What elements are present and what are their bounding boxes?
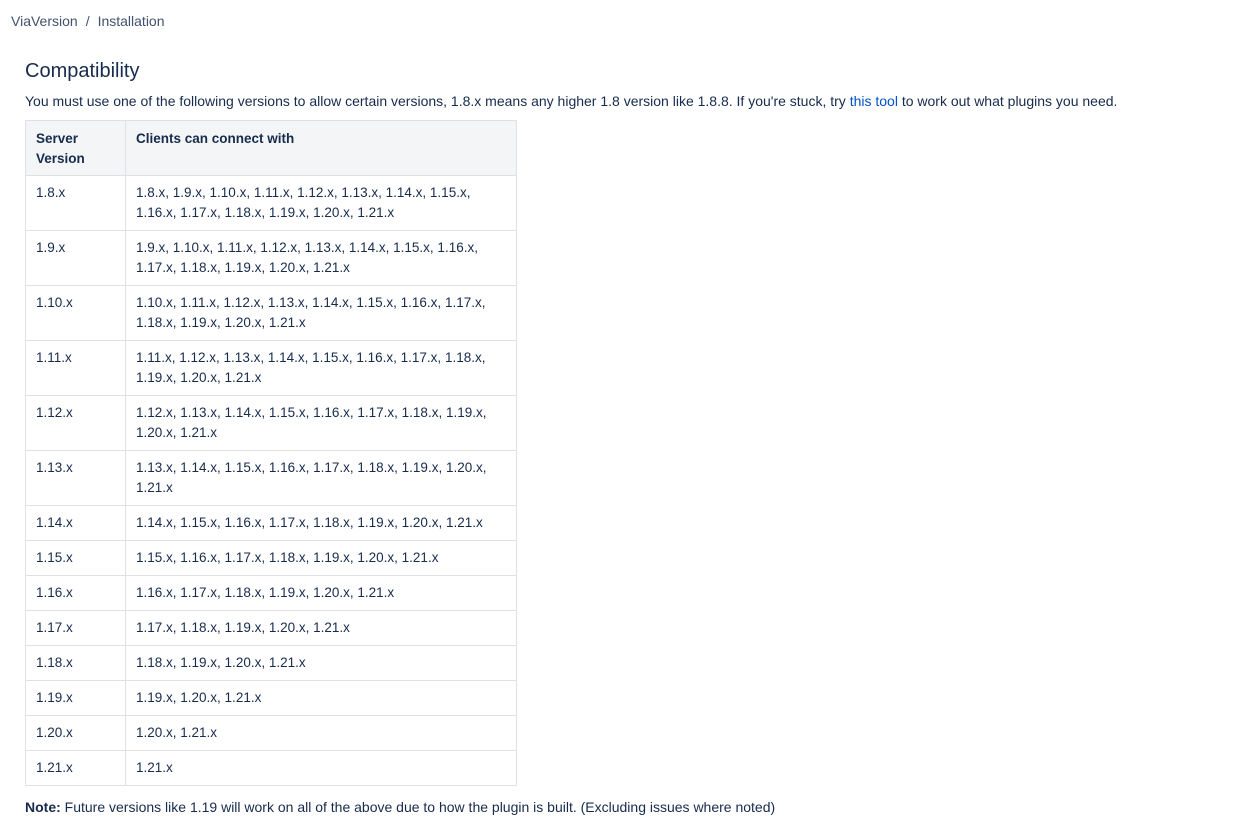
page-content: Compatibility You must use one of the fo… [25,58,1225,816]
table-row: 1.8.x 1.8.x, 1.9.x, 1.10.x, 1.11.x, 1.12.… [25,175,517,231]
table-row: 1.16.x 1.16.x, 1.17.x, 1.18.x, 1.19.x, 1.… [25,575,517,611]
table-row: 1.9.x 1.9.x, 1.10.x, 1.11.x, 1.12.x, 1.13… [25,230,517,286]
table-body: 1.8.x 1.8.x, 1.9.x, 1.10.x, 1.11.x, 1.12.… [25,175,517,786]
client-versions-cell: 1.17.x, 1.18.x, 1.19.x, 1.20.x, 1.21.x [125,610,517,646]
note-label: Note: [25,799,61,815]
client-versions-cell: 1.9.x, 1.10.x, 1.11.x, 1.12.x, 1.13.x, 1… [125,230,517,286]
intro-text-before: You must use one of the following versio… [25,93,850,109]
table-row: 1.11.x 1.11.x, 1.12.x, 1.13.x, 1.14.x, 1.… [25,340,517,396]
server-version-cell: 1.20.x [25,715,126,751]
compatibility-table: Server Version Clients can connect with … [25,120,517,786]
server-version-cell: 1.16.x [25,575,126,611]
table-row: 1.19.x 1.19.x, 1.20.x, 1.21.x [25,680,517,716]
server-version-cell: 1.15.x [25,540,126,576]
header-clients: Clients can connect with [125,120,517,176]
table-row: 1.15.x 1.15.x, 1.16.x, 1.17.x, 1.18.x, 1.… [25,540,517,576]
table-row: 1.10.x 1.10.x, 1.11.x, 1.12.x, 1.13.x, 1.… [25,285,517,341]
client-versions-cell: 1.10.x, 1.11.x, 1.12.x, 1.13.x, 1.14.x, … [125,285,517,341]
server-version-cell: 1.19.x [25,680,126,716]
client-versions-cell: 1.11.x, 1.12.x, 1.13.x, 1.14.x, 1.15.x, … [125,340,517,396]
server-version-cell: 1.17.x [25,610,126,646]
client-versions-cell: 1.12.x, 1.13.x, 1.14.x, 1.15.x, 1.16.x, … [125,395,517,451]
client-versions-cell: 1.21.x [125,750,517,786]
breadcrumb-item-viaversion[interactable]: ViaVersion [11,13,78,29]
this-tool-link[interactable]: this tool [850,93,898,109]
table-row: 1.14.x 1.14.x, 1.15.x, 1.16.x, 1.17.x, 1.… [25,505,517,541]
page-heading: Compatibility [25,60,140,82]
server-version-cell: 1.18.x [25,645,126,681]
table-row: 1.17.x 1.17.x, 1.18.x, 1.19.x, 1.20.x, 1.… [25,610,517,646]
client-versions-cell: 1.16.x, 1.17.x, 1.18.x, 1.19.x, 1.20.x, … [125,575,517,611]
table-row: 1.18.x 1.18.x, 1.19.x, 1.20.x, 1.21.x [25,645,517,681]
server-version-cell: 1.21.x [25,750,126,786]
server-version-cell: 1.11.x [25,340,126,396]
client-versions-cell: 1.14.x, 1.15.x, 1.16.x, 1.17.x, 1.18.x, … [125,505,517,541]
table-row: 1.12.x 1.12.x, 1.13.x, 1.14.x, 1.15.x, 1.… [25,395,517,451]
server-version-cell: 1.14.x [25,505,126,541]
intro-paragraph: You must use one of the following versio… [25,92,1225,110]
server-version-cell: 1.8.x [25,175,126,231]
table-row: 1.20.x 1.20.x, 1.21.x [25,715,517,751]
note-text: Future versions like 1.19 will work on a… [60,799,776,815]
breadcrumb-item-installation[interactable]: Installation [98,13,165,29]
table-row: 1.21.x 1.21.x [25,750,517,786]
server-version-cell: 1.10.x [25,285,126,341]
client-versions-cell: 1.15.x, 1.16.x, 1.17.x, 1.18.x, 1.19.x, … [125,540,517,576]
server-version-cell: 1.13.x [25,450,126,506]
table-row: 1.13.x 1.13.x, 1.14.x, 1.15.x, 1.16.x, 1.… [25,450,517,506]
client-versions-cell: 1.20.x, 1.21.x [125,715,517,751]
table-header-row: Server Version Clients can connect with [25,120,517,176]
server-version-cell: 1.9.x [25,230,126,286]
note-paragraph: Note: Future versions like 1.19 will wor… [25,798,1225,816]
client-versions-cell: 1.19.x, 1.20.x, 1.21.x [125,680,517,716]
server-version-cell: 1.12.x [25,395,126,451]
breadcrumb-separator: / [85,13,90,29]
intro-text-after: to work out what plugins you need. [897,93,1118,109]
client-versions-cell: 1.8.x, 1.9.x, 1.10.x, 1.11.x, 1.12.x, 1.… [125,175,517,231]
header-server-version: Server Version [25,120,126,176]
client-versions-cell: 1.18.x, 1.19.x, 1.20.x, 1.21.x [125,645,517,681]
breadcrumb: ViaVersion / Installation [11,13,165,29]
client-versions-cell: 1.13.x, 1.14.x, 1.15.x, 1.16.x, 1.17.x, … [125,450,517,506]
